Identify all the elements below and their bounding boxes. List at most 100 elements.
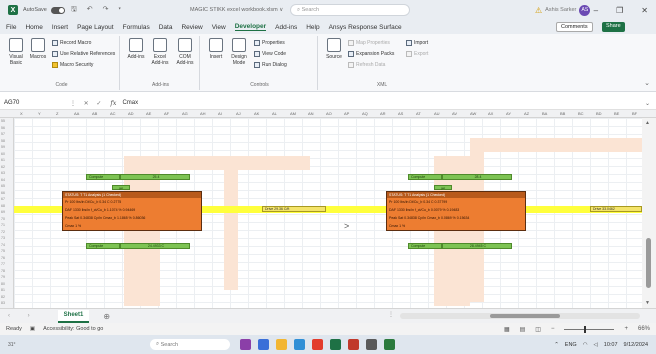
- right-compute-bottom-value[interactable]: 28.4945 C: [442, 243, 512, 249]
- row-header[interactable]: 63: [1, 171, 5, 175]
- add-sheet-icon[interactable]: ⊕: [103, 312, 110, 321]
- row-header[interactable]: 79: [1, 275, 5, 279]
- taskbar-search[interactable]: ⌕ Search: [150, 339, 230, 350]
- left-compute-bottom-label[interactable]: Compute: [86, 243, 120, 249]
- expansion-packs-button[interactable]: Expansion Packs: [348, 51, 394, 57]
- row-header[interactable]: 61: [1, 158, 5, 162]
- column-header[interactable]: AI: [218, 110, 222, 118]
- row-header[interactable]: 64: [1, 178, 5, 182]
- tab-insert[interactable]: Insert: [52, 24, 68, 31]
- restore-icon[interactable]: ❐: [616, 6, 623, 15]
- column-header[interactable]: BA: [542, 110, 547, 118]
- row-header[interactable]: 57: [1, 132, 5, 136]
- horizontal-scrollbar[interactable]: [400, 313, 640, 319]
- zoom-out-icon[interactable]: −: [551, 326, 555, 332]
- row-header[interactable]: 70: [1, 217, 5, 221]
- worksheet-grid[interactable]: Compute 25.4 get STATUS: T T1 Analysis (…: [14, 118, 642, 308]
- export-button[interactable]: Export: [406, 51, 428, 57]
- refresh-data-button[interactable]: Refresh Data: [348, 62, 385, 68]
- column-header[interactable]: AX: [488, 110, 493, 118]
- row-header[interactable]: 78: [1, 269, 5, 273]
- column-header[interactable]: AN: [308, 110, 314, 118]
- tab-formulas[interactable]: Formulas: [123, 24, 150, 31]
- tab-data[interactable]: Data: [159, 24, 173, 31]
- column-header[interactable]: AU: [434, 110, 440, 118]
- row-header[interactable]: 73: [1, 236, 5, 240]
- map-properties-button[interactable]: Map Properties: [348, 40, 390, 46]
- insert-function-icon[interactable]: fx: [110, 99, 116, 107]
- row-header[interactable]: 74: [1, 243, 5, 247]
- wifi-icon[interactable]: ◠: [583, 342, 588, 348]
- run-dialog-button[interactable]: Run Dialog: [254, 62, 287, 68]
- column-header[interactable]: AB: [92, 110, 97, 118]
- vertical-scrollbar[interactable]: ▲ ▼: [642, 118, 656, 308]
- page-break-view-icon[interactable]: ◫: [535, 326, 541, 333]
- column-header[interactable]: AO: [326, 110, 332, 118]
- macro-security-button[interactable]: Macro Security: [52, 62, 93, 68]
- row-header[interactable]: 71: [1, 223, 5, 227]
- column-header[interactable]: AP: [344, 110, 349, 118]
- file-explorer-icon[interactable]: [276, 339, 287, 350]
- sheet-nav-arrows[interactable]: ‹ ›: [8, 313, 38, 319]
- avatar[interactable]: AS: [579, 4, 591, 16]
- tab-developer[interactable]: Developer: [234, 23, 267, 31]
- visual-basic-button[interactable]: Visual Basic: [6, 38, 26, 66]
- row-header[interactable]: 69: [1, 210, 5, 214]
- left-compute-top-label[interactable]: Compute: [86, 174, 120, 180]
- design-mode-button[interactable]: Design Mode: [228, 38, 250, 66]
- language-indicator[interactable]: ENG: [565, 342, 577, 348]
- app-icon[interactable]: [384, 339, 395, 350]
- row-header[interactable]: 75: [1, 249, 5, 253]
- column-header[interactable]: AK: [254, 110, 259, 118]
- column-header[interactable]: AS: [398, 110, 403, 118]
- tab-file[interactable]: File: [6, 24, 16, 31]
- excel-taskbar-icon[interactable]: [330, 339, 341, 350]
- left-drive-cell[interactable]: Drive 29.36 C/ft: [262, 206, 326, 212]
- tab-sheet1[interactable]: Sheet1: [57, 309, 90, 323]
- zoom-slider[interactable]: [564, 325, 615, 333]
- app-icon[interactable]: [240, 339, 251, 350]
- vertical-scroll-thumb[interactable]: [646, 238, 651, 288]
- source-button[interactable]: Source: [324, 38, 344, 60]
- right-compute-top-label[interactable]: Compute: [408, 174, 442, 180]
- app-icon[interactable]: [348, 339, 359, 350]
- import-button[interactable]: Import: [406, 40, 428, 46]
- row-header[interactable]: 58: [1, 139, 5, 143]
- column-header[interactable]: AY: [506, 110, 511, 118]
- tab-page-layout[interactable]: Page Layout: [77, 24, 114, 31]
- horizontal-scroll-thumb[interactable]: [490, 314, 560, 318]
- column-header[interactable]: AT: [416, 110, 421, 118]
- zoom-in-icon[interactable]: +: [624, 326, 628, 332]
- properties-button[interactable]: Properties: [254, 40, 285, 46]
- column-header[interactable]: AL: [272, 110, 277, 118]
- tab-split-handle[interactable]: ⋮: [388, 311, 394, 318]
- com-add-ins-button[interactable]: COM Add-ins: [174, 38, 196, 66]
- column-header[interactable]: AC: [110, 110, 116, 118]
- row-header[interactable]: 66: [1, 191, 5, 195]
- autosave-toggle[interactable]: [50, 6, 65, 14]
- formula-buttons[interactable]: ⋮ ✕ ✓: [70, 100, 104, 107]
- name-box[interactable]: AG70: [0, 100, 70, 106]
- column-header[interactable]: AM: [290, 110, 296, 118]
- row-header[interactable]: 76: [1, 256, 5, 260]
- column-header[interactable]: BB: [560, 110, 565, 118]
- clock[interactable]: 10:07: [604, 342, 618, 348]
- zoom-slider-knob[interactable]: [584, 325, 587, 333]
- tab-view[interactable]: View: [212, 24, 226, 31]
- zoom-level[interactable]: 66%: [638, 326, 650, 332]
- search-box[interactable]: ⌕ Search: [290, 4, 410, 16]
- column-header[interactable]: BD: [596, 110, 602, 118]
- close-icon[interactable]: ✕: [641, 6, 648, 15]
- relative-references-button[interactable]: Use Relative References: [52, 51, 115, 57]
- formula-input[interactable]: Cmax: [122, 100, 138, 106]
- add-ins-button[interactable]: Add-ins: [126, 38, 146, 60]
- right-analysis-block[interactable]: STATUS: T T1 Analysis (1 Checked) Pr 100…: [386, 191, 526, 231]
- quick-access-toolbar[interactable]: 🖫 ↶ ↷ ▾: [71, 5, 125, 16]
- row-header[interactable]: 80: [1, 282, 5, 286]
- column-header[interactable]: AW: [470, 110, 476, 118]
- right-drive-cell[interactable]: Drive 33.0462: [590, 206, 642, 212]
- left-compute-bottom-value[interactable]: 24.4933 C: [120, 243, 190, 249]
- macro-record-icon[interactable]: ▣: [30, 326, 35, 332]
- accessibility-status[interactable]: Accessibility: Good to go: [43, 326, 103, 332]
- edge-icon[interactable]: [294, 339, 305, 350]
